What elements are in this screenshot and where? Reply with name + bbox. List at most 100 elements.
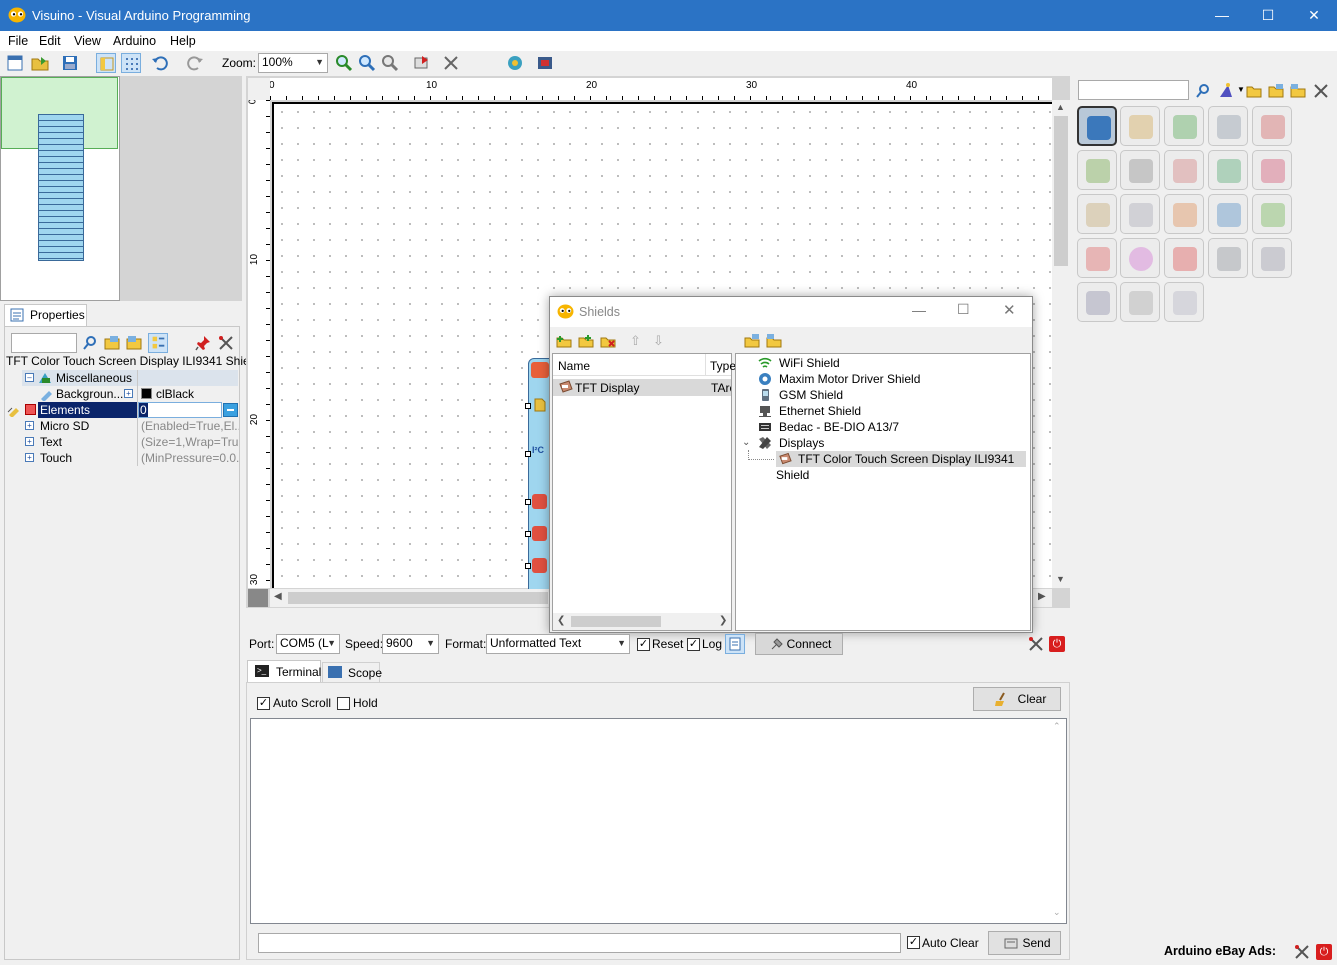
expand-all-icon[interactable] [104, 335, 120, 351]
palette-category-math[interactable] [1077, 150, 1117, 190]
tree-item-displays[interactable]: ⌄ Displays [742, 435, 824, 451]
palette-category-storage[interactable] [1120, 150, 1160, 190]
pin-connector[interactable] [525, 451, 531, 457]
ads-tools-icon[interactable] [1294, 944, 1310, 960]
clear-button[interactable]: Clear [973, 687, 1061, 711]
dialog-close-button[interactable]: ✕ [1003, 301, 1016, 319]
tab-scope[interactable]: Scope [322, 662, 382, 682]
redo-icon[interactable] [185, 53, 205, 73]
tree-item-maxim-motor-driver[interactable]: Maxim Motor Driver Shield [758, 371, 920, 387]
property-value[interactable]: clBlack [156, 387, 194, 401]
tree-item-ethernet-shield[interactable]: Ethernet Shield [758, 403, 861, 419]
list-item[interactable]: TFT Display TArc [553, 379, 731, 396]
terminal-output[interactable]: ⌃ ⌄ [250, 718, 1067, 924]
palette-category-documents[interactable] [1164, 282, 1204, 322]
serial-power-icon[interactable]: ⏻ [1049, 636, 1065, 652]
property-row-background[interactable]: Backgroun... + clBlack [5, 386, 241, 402]
menu-view[interactable]: View [74, 34, 101, 48]
property-row-miscellaneous[interactable]: – Miscellaneous [5, 370, 241, 386]
folder-icon[interactable] [1246, 83, 1262, 99]
palette-category-remote[interactable] [1208, 238, 1248, 278]
auto-scroll-checkbox[interactable]: ✓ [257, 697, 270, 710]
scroll-down-icon[interactable]: ⌄ [1053, 907, 1061, 918]
scroll-right-icon[interactable]: ❯ [719, 615, 727, 626]
board-icon[interactable] [535, 53, 555, 73]
property-row-micro-sd[interactable]: + Micro SD (Enabled=True,El... [5, 418, 241, 434]
tools-icon[interactable] [218, 335, 234, 351]
collapse-icon[interactable]: – [25, 373, 34, 382]
zoom-combo[interactable]: 100% ▼ [258, 53, 328, 73]
serial-tools-icon[interactable] [1028, 636, 1044, 652]
log-file-icon[interactable] [725, 634, 745, 654]
zoom-fit-icon[interactable] [380, 53, 400, 73]
folder-expand-icon[interactable] [1268, 83, 1284, 99]
property-row-touch[interactable]: + Touch (MinPressure=0.0... [5, 450, 241, 466]
add-child-icon[interactable] [578, 333, 594, 349]
menu-arduino[interactable]: Arduino [113, 34, 156, 48]
maximize-button[interactable]: ☐ [1245, 0, 1291, 31]
terminal-scrollbar[interactable]: ⌃ ⌄ [1049, 719, 1066, 923]
scroll-up-icon[interactable]: ⌃ [1053, 721, 1061, 732]
palette-category-network[interactable] [1252, 238, 1292, 278]
compile-icon[interactable] [412, 53, 432, 73]
palette-category-board[interactable] [1077, 106, 1117, 146]
palette-category-power[interactable] [1164, 238, 1204, 278]
property-row-elements[interactable]: Elements 0 [5, 402, 241, 418]
ellipsis-button[interactable] [223, 403, 238, 417]
pin-connector[interactable] [525, 531, 531, 537]
expand-icon[interactable]: + [25, 421, 34, 430]
property-row-text[interactable]: + Text (Size=1,Wrap=Tru... [5, 434, 241, 450]
expand-tree-icon[interactable] [744, 333, 760, 349]
tree-item-tft-color-touch-screen[interactable]: TFT Color Touch Screen Display ILI9341 S… [776, 451, 1026, 482]
upload-icon[interactable] [505, 53, 525, 73]
properties-search-input[interactable] [11, 333, 77, 353]
pin-icon[interactable] [195, 335, 211, 351]
scroll-thumb[interactable] [571, 616, 661, 627]
minimize-button[interactable]: — [1199, 0, 1245, 31]
undo-icon[interactable] [150, 53, 170, 73]
close-button[interactable]: ✕ [1291, 0, 1337, 31]
pin-connector[interactable] [525, 563, 531, 569]
elements-editor-input[interactable]: 0 [138, 402, 222, 418]
scroll-thumb[interactable] [288, 592, 548, 604]
palette-category-switching[interactable] [1252, 194, 1292, 234]
send-input[interactable] [258, 933, 901, 953]
collapse-all-icon[interactable] [126, 335, 142, 351]
palette-category-servo[interactable] [1120, 194, 1160, 234]
palette-category-wire[interactable] [1164, 106, 1204, 146]
toggle-toolbox-icon[interactable] [96, 53, 116, 73]
menu-edit[interactable]: Edit [39, 34, 61, 48]
menu-file[interactable]: File [8, 34, 28, 48]
palette-category-chart[interactable] [1252, 106, 1292, 146]
grid-toggle-icon[interactable] [121, 53, 141, 73]
zoom-out-icon[interactable] [357, 53, 377, 73]
open-file-icon[interactable] [30, 53, 50, 73]
palette-category-display[interactable] [1077, 282, 1117, 322]
ads-power-icon[interactable]: ⏻ [1316, 944, 1332, 960]
expand-icon[interactable]: + [25, 437, 34, 446]
scroll-left-icon[interactable]: ❮ [557, 615, 565, 626]
tab-properties[interactable]: Properties [4, 304, 87, 326]
save-icon[interactable] [60, 53, 80, 73]
palette-category-analog[interactable] [1164, 194, 1204, 234]
tree-item-wifi-shield[interactable]: WiFi Shield [758, 355, 840, 371]
port-select[interactable]: COM5 (L ▼ [276, 634, 340, 654]
reset-checkbox[interactable]: ✓ [637, 638, 650, 651]
tab-terminal[interactable]: >_ Terminal [247, 660, 321, 682]
list-horizontal-scrollbar[interactable]: ❮ ❯ [553, 613, 731, 630]
move-down-icon[interactable]: ⇩ [653, 333, 664, 349]
diagram-overview[interactable] [0, 76, 120, 301]
expand-icon[interactable]: + [25, 453, 34, 462]
tree-item-gsm-shield[interactable]: GSM Shield [758, 387, 843, 403]
edit-elements-icon[interactable] [7, 403, 21, 417]
scroll-thumb[interactable] [1054, 116, 1068, 266]
delete-shield-icon[interactable] [600, 333, 616, 349]
scroll-right-icon[interactable]: ▶ [1038, 591, 1046, 602]
palette-category-converters[interactable] [1164, 150, 1204, 190]
collapse-tree-icon[interactable] [766, 333, 782, 349]
palette-category-clock[interactable] [1208, 194, 1248, 234]
chevron-down-icon[interactable]: ⌄ [742, 435, 750, 451]
palette-search-input[interactable] [1078, 80, 1189, 100]
palette-category-timing[interactable] [1252, 150, 1292, 190]
scroll-left-icon[interactable]: ◀ [274, 591, 282, 602]
